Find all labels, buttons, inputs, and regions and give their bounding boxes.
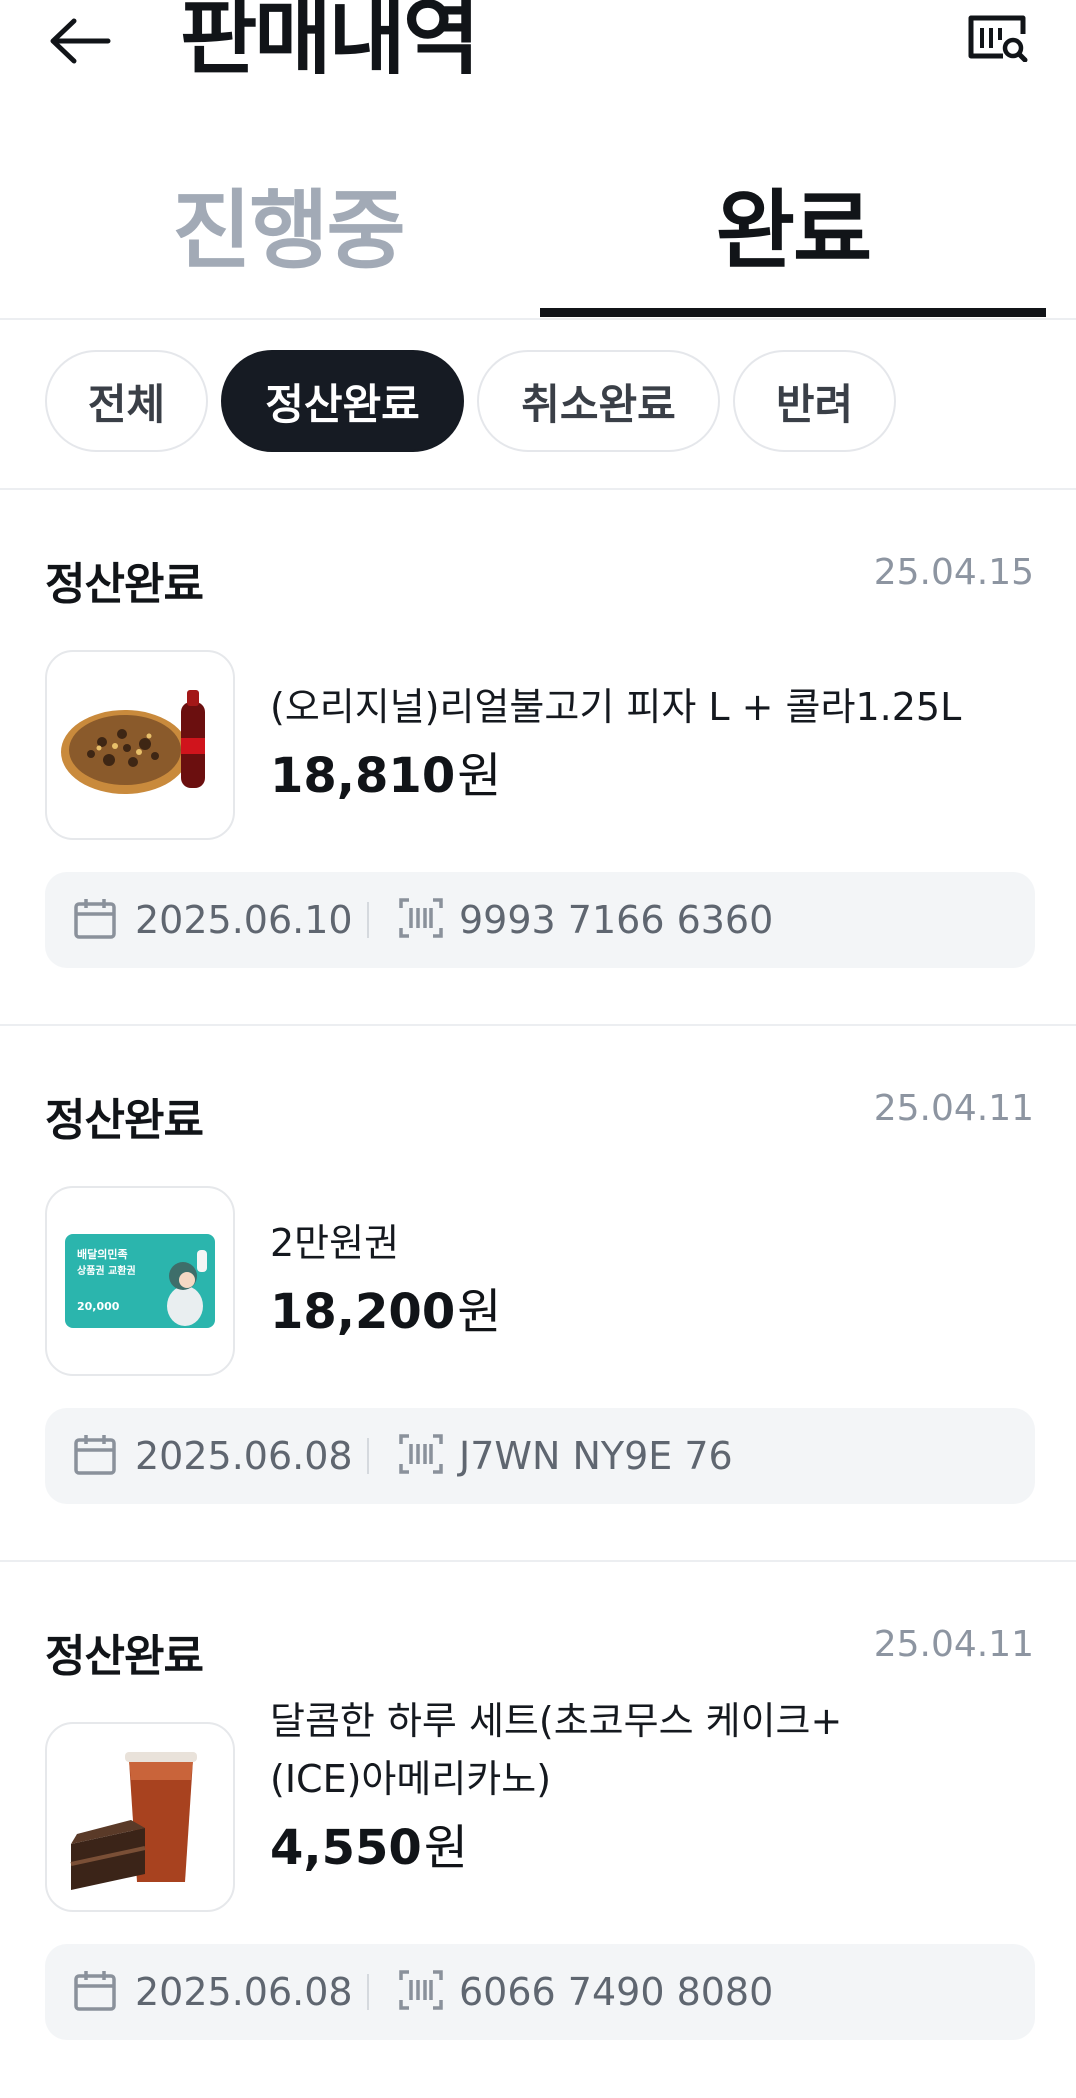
- tab-completed[interactable]: 완료: [540, 160, 1046, 318]
- order-status: 정산완료: [45, 1631, 204, 1682]
- order-status: 정산완료: [45, 1095, 204, 1146]
- product-thumbnail: [45, 650, 235, 840]
- receipt-search-button[interactable]: [960, 6, 1036, 70]
- order-date: 25.04.11: [873, 1624, 1034, 1665]
- usage-date: 2025.06.08: [135, 1434, 353, 1478]
- voucher-brand-text: 배달의민족: [77, 1247, 128, 1261]
- arrow-left-icon: [50, 18, 111, 64]
- pizza-cola-image: [61, 690, 205, 794]
- barcode-icon: [399, 898, 443, 938]
- voucher-code: 6066 7490 8080: [459, 1970, 774, 2014]
- divider: [367, 902, 369, 938]
- order-card[interactable]: 정산완료 25.04.11 달콤한 하루 세트(초코무스 케이크+(ICE)아메…: [0, 1562, 1076, 2098]
- app-header: 판매내역: [0, 0, 1076, 120]
- tab-in-progress[interactable]: 진행중: [84, 160, 492, 318]
- voucher-info-bar: 2025.06.08 J7WN NY9E 76: [45, 1408, 1035, 1504]
- gift-voucher-image: 배달의민족 상품권 교환권 20,000: [65, 1234, 215, 1328]
- product-thumbnail: 배달의민족 상품권 교환권 20,000: [45, 1186, 235, 1376]
- voucher-amount-text: 20,000: [77, 1300, 120, 1313]
- calendar-icon: [74, 899, 116, 939]
- voucher-info-bar: 2025.06.10 9993 7166 6360: [45, 872, 1035, 968]
- usage-date: 2025.06.10: [135, 898, 353, 942]
- usage-date: 2025.06.08: [135, 1970, 353, 2014]
- voucher-info-bar: 2025.06.08 6066 7490 8080: [45, 1944, 1035, 2040]
- filter-chip-cancelled[interactable]: 취소완료: [477, 350, 720, 452]
- divider: [367, 1974, 369, 2010]
- filter-chips: 전체 정산완료 취소완료 반려: [0, 350, 1076, 456]
- product-name: 달콤한 하루 세트(초코무스 케이크+(ICE)아메리카노): [270, 1699, 843, 1801]
- calendar-icon: [74, 1971, 116, 2011]
- voucher-code: 9993 7166 6360: [459, 898, 774, 942]
- page-title: 판매내역: [180, 0, 480, 86]
- status-tabs: 진행중 완료: [0, 160, 1076, 320]
- barcode-icon: [399, 1970, 443, 2010]
- filter-chip-rejected[interactable]: 반려: [733, 350, 896, 452]
- voucher-code: J7WN NY9E 76: [459, 1434, 733, 1478]
- cake-coffee-image: [70, 1752, 197, 1890]
- product-name: 2만원권: [270, 1221, 400, 1265]
- divider: [367, 1438, 369, 1474]
- order-card[interactable]: 정산완료 25.04.11 배달의민족 상품권 교환권 20,000 2만원권 …: [0, 1026, 1076, 1562]
- product-price: 18,200원: [270, 1284, 502, 1340]
- active-tab-indicator: [540, 308, 1046, 317]
- filter-chip-all[interactable]: 전체: [45, 350, 208, 452]
- receipt-search-icon: [968, 15, 1028, 62]
- barcode-icon: [399, 1434, 443, 1474]
- order-date: 25.04.11: [873, 1088, 1034, 1129]
- back-button[interactable]: [40, 6, 120, 76]
- product-thumbnail: [45, 1722, 235, 1912]
- order-date: 25.04.15: [873, 552, 1034, 593]
- order-status: 정산완료: [45, 559, 204, 610]
- product-price: 18,810원: [270, 748, 502, 804]
- calendar-icon: [74, 1435, 116, 1475]
- filter-chip-settled[interactable]: 정산완료: [221, 350, 464, 452]
- order-card[interactable]: 정산완료 25.04.15 (오리지널)리얼불고기 피자 L + 콜라1.25L…: [0, 490, 1076, 1026]
- voucher-line-text: 상품권 교환권: [77, 1264, 136, 1277]
- product-name: (오리지널)리얼불고기 피자 L + 콜라1.25L: [270, 685, 962, 729]
- product-price: 4,550원: [270, 1820, 468, 1876]
